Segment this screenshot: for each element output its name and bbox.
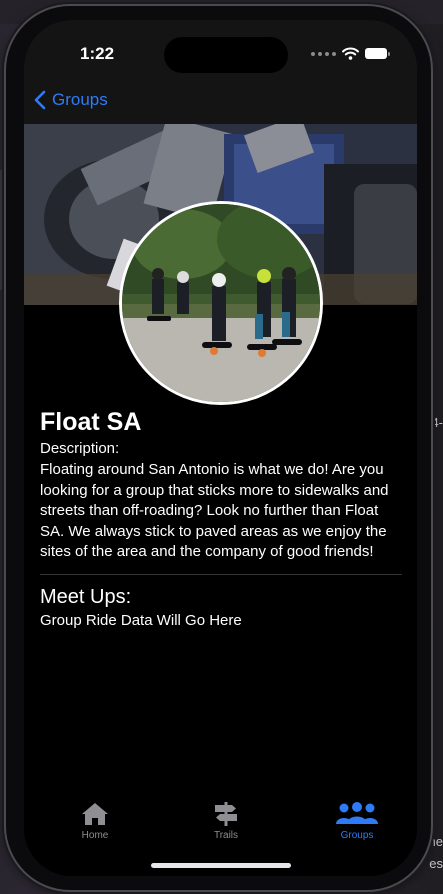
phone-screen: Groups 1:22 Float SA Description: Floati…	[24, 20, 417, 876]
tab-groups[interactable]: Groups	[317, 802, 397, 841]
tab-trails[interactable]: Trails	[186, 802, 266, 841]
phone-frame: Groups 1:22 Float SA Description: Floati…	[6, 6, 431, 890]
meetups-title: Meet Ups:	[40, 585, 132, 608]
battery-icon	[365, 48, 390, 59]
group-detail-content: Float SA Description: Floating around Sa…	[40, 406, 402, 631]
meetups-placeholder: Group Ride Data Will Go Here	[40, 611, 242, 629]
background-text-fragment: es	[429, 856, 443, 871]
back-button[interactable]: Groups	[34, 90, 108, 110]
chevron-left-icon	[34, 90, 46, 110]
status-icons	[311, 47, 390, 60]
wifi-icon	[342, 47, 359, 60]
status-time: 1:22	[80, 44, 115, 63]
back-button-label: Groups	[52, 90, 108, 109]
signpost-icon	[215, 802, 237, 826]
group-name: Float SA	[40, 408, 142, 436]
cellular-signal-icon	[311, 51, 336, 56]
background-text-fragment: he	[428, 834, 443, 849]
background-text-fragment: 4-	[431, 415, 443, 430]
home-indicator	[151, 863, 291, 868]
tab-trails-label: Trails	[213, 830, 239, 841]
tab-home[interactable]: Home	[55, 802, 135, 841]
people-icon	[336, 802, 378, 824]
house-icon	[82, 803, 108, 825]
tab-groups-label: Groups	[340, 830, 374, 841]
description-label: Description:	[40, 440, 120, 457]
dynamic-island	[164, 37, 288, 73]
tab-home-label: Home	[81, 830, 109, 841]
group-description: Floating around San Antonio is what we d…	[40, 461, 389, 560]
group-avatar	[119, 201, 323, 405]
divider	[40, 573, 402, 575]
